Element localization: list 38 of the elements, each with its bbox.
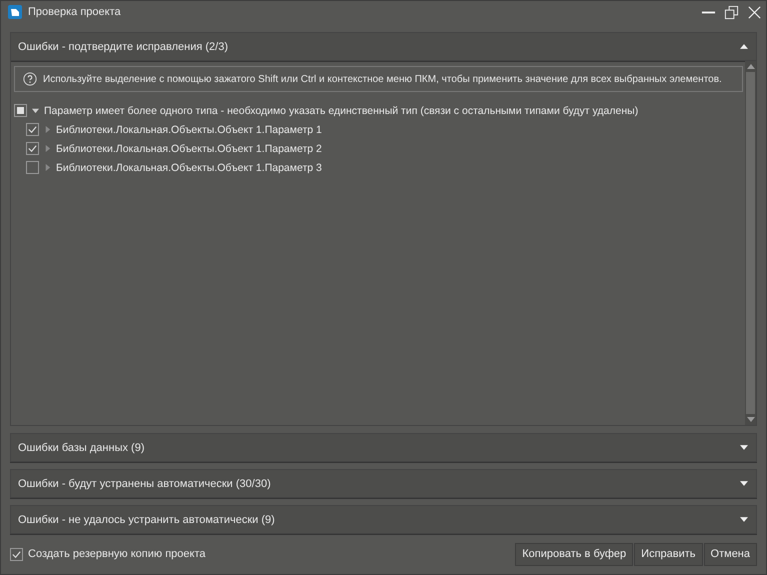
hint-text: Используйте выделение с помощью зажатого Shift или Ctrl и контекстное меню ПКМ, чтобы применить значение для всех выбранных элементов. (43, 74, 722, 84)
expand-icon[interactable] (44, 126, 51, 133)
tree-item[interactable]: Параметр имеет более одного типа - необходимо указать единственный тип (связи с остальными типами будут удалены) (44, 104, 638, 116)
expand-icon[interactable] (44, 164, 51, 171)
section-header[interactable]: Ошибки базы данных (9) (10, 433, 757, 462)
tree-item[interactable]: Библиотеки.Локальная.Объекты.Объект 1.Параметр 3 (56, 162, 322, 174)
checkbox[interactable] (14, 104, 27, 117)
checkmark-icon (27, 143, 38, 154)
window-title: Проверка проекта (28, 6, 122, 18)
expand-icon[interactable] (44, 145, 51, 152)
dialog-button[interactable]: Исправить (634, 542, 703, 566)
section-header[interactable]: Ошибки - подтвердите исправления (2/3) (10, 32, 757, 61)
close-icon[interactable] (747, 4, 762, 20)
app-icon (8, 5, 22, 19)
caret-icon (740, 517, 748, 522)
caret-icon (740, 44, 748, 49)
checkbox[interactable] (26, 161, 39, 174)
checkmark-icon (11, 548, 22, 560)
checkmark-icon (27, 124, 38, 135)
backup-checkbox[interactable]: Создать резервную копию проекта (10, 548, 516, 560)
help-icon (23, 72, 37, 86)
expand-icon[interactable] (32, 107, 39, 114)
checkbox[interactable] (26, 142, 39, 155)
dialog-button[interactable]: Копировать в буфер (515, 542, 634, 566)
scrollbar-thumb[interactable] (746, 72, 755, 414)
scrollbar[interactable] (745, 61, 756, 425)
backup-label[interactable]: Создать резервную копию проекта (28, 548, 206, 560)
scroll-up-icon[interactable] (746, 64, 754, 69)
checkbox[interactable] (26, 123, 39, 136)
caret-icon (740, 481, 748, 486)
tree-item[interactable]: Библиотеки.Локальная.Объекты.Объект 1.Параметр 2 (56, 142, 322, 154)
dialog-button[interactable]: Отмена (704, 542, 757, 566)
section-header[interactable]: Ошибки - не удалось устранить автоматически (9) (10, 505, 757, 534)
section-header[interactable]: Ошибки - будут устранены автоматически (30/30) (10, 469, 757, 498)
tree-item[interactable]: Библиотеки.Локальная.Объекты.Объект 1.Параметр 1 (56, 124, 322, 136)
scroll-down-icon[interactable] (746, 417, 754, 422)
caret-icon (740, 445, 748, 450)
restore-icon[interactable] (724, 4, 739, 20)
